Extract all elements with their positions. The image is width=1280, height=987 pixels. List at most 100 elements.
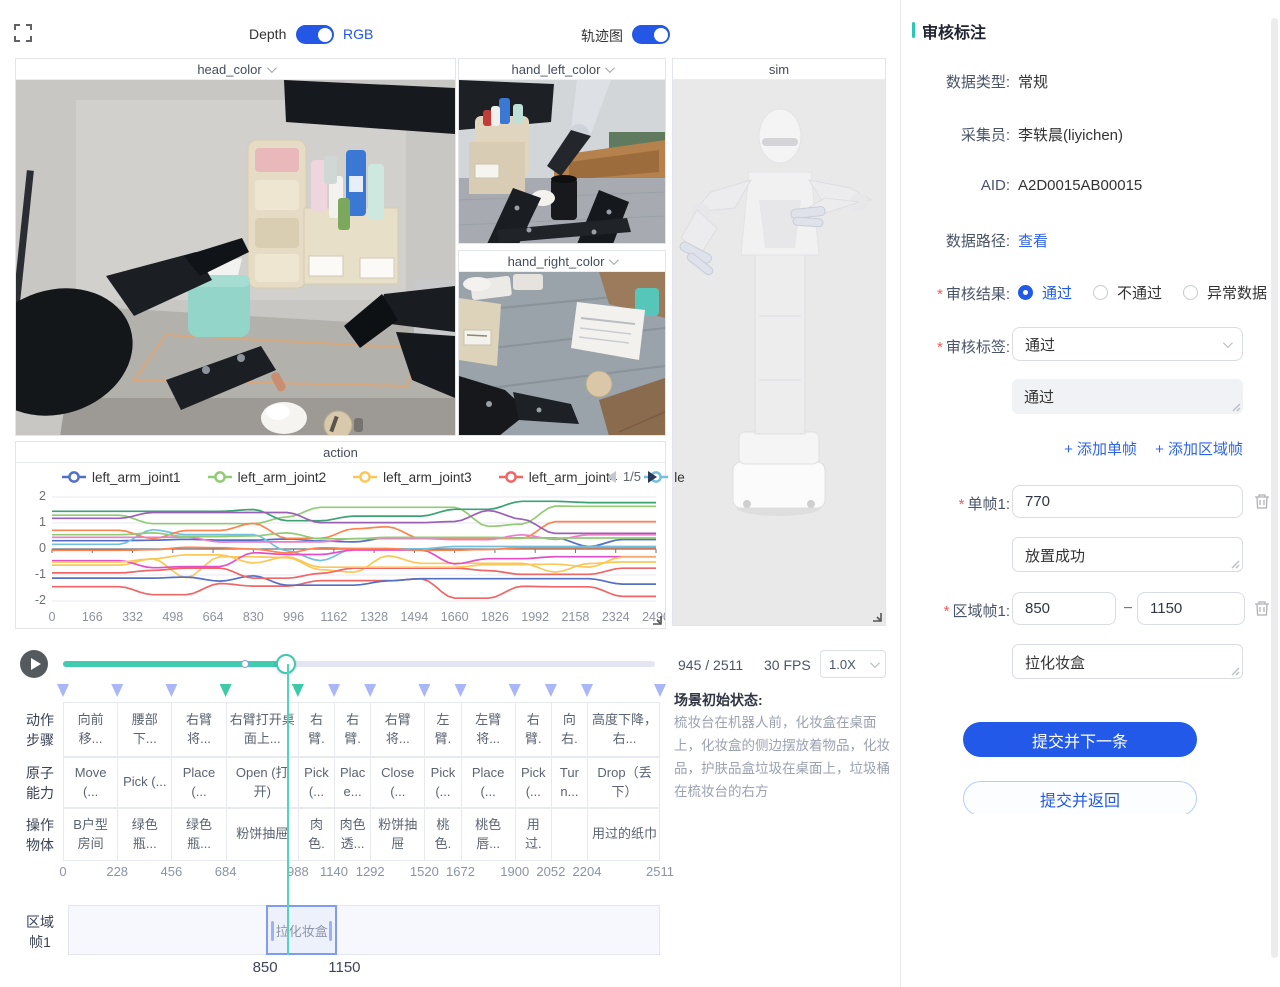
table-cell[interactable]: 左臂. xyxy=(425,703,461,756)
table-cell[interactable]: Drop（丢下） xyxy=(588,758,661,807)
table-cell[interactable]: Place (... xyxy=(172,758,226,807)
delete-region-frame-icon[interactable] xyxy=(1254,600,1270,617)
single-frame-marker-dot[interactable] xyxy=(241,660,249,668)
legend-marker-icon xyxy=(208,470,232,484)
delete-single-frame-icon[interactable] xyxy=(1254,493,1270,510)
table-cell[interactable]: 粉饼抽屉 xyxy=(371,809,425,860)
step-marker-1292[interactable] xyxy=(364,684,376,697)
radio-不通过[interactable] xyxy=(1093,285,1108,300)
add-region-frame-link[interactable]: + 添加区域帧 xyxy=(1155,438,1243,459)
step-marker-1520[interactable] xyxy=(418,684,430,697)
hand-left-camera-label: hand_left_color xyxy=(512,62,601,77)
table-cell[interactable]: Place... xyxy=(335,758,371,807)
step-marker-1672[interactable] xyxy=(455,684,467,697)
page-scrollbar[interactable] xyxy=(1271,18,1278,958)
table-cell[interactable]: Move (... xyxy=(64,758,118,807)
table-cell[interactable]: B户型房间 xyxy=(64,809,118,860)
table-cell[interactable]: 桃色. xyxy=(425,809,461,860)
region-end-input[interactable]: 1150 xyxy=(1137,592,1245,625)
hand-left-camera-selector[interactable]: hand_left_color xyxy=(459,59,665,80)
table-cell[interactable]: 肉色透... xyxy=(335,809,371,860)
legend-item-left_arm_joint4[interactable]: left_arm_joint4 xyxy=(499,470,618,485)
resize-grip-icon[interactable] xyxy=(1231,667,1240,676)
step-marker-1900[interactable] xyxy=(509,684,521,697)
resize-handle-icon[interactable] xyxy=(651,614,662,625)
radio-label-通过[interactable]: 通过 xyxy=(1042,282,1072,303)
table-cell[interactable]: 右臂. xyxy=(516,703,552,756)
region-band-segment[interactable]: 拉化妆盒 xyxy=(266,905,337,955)
timeline-slider[interactable] xyxy=(63,661,655,667)
table-cell[interactable]: 右臂将... xyxy=(371,703,425,756)
region-frame-note[interactable]: 拉化妆盒 xyxy=(1012,644,1243,679)
depth-rgb-toggle[interactable] xyxy=(296,25,334,44)
review-tag-note[interactable]: 通过 xyxy=(1012,379,1243,414)
legend-item-left_arm_joint3[interactable]: left_arm_joint3 xyxy=(353,470,472,485)
table-cell[interactable]: Turn... xyxy=(552,758,588,807)
table-cell[interactable]: 高度下降，右... xyxy=(588,703,661,756)
add-single-frame-link[interactable]: + 添加单帧 xyxy=(1064,438,1137,459)
table-cell[interactable]: Pick (... xyxy=(425,758,461,807)
legend-item-left_arm_joint2[interactable]: left_arm_joint2 xyxy=(208,470,327,485)
segment-left-handle[interactable] xyxy=(271,921,274,941)
hand-right-camera-selector[interactable]: hand_right_color xyxy=(459,251,665,272)
frame-axis-label: 1140 xyxy=(320,864,348,879)
segment-right-handle[interactable] xyxy=(329,921,332,941)
step-marker-0[interactable] xyxy=(57,684,69,697)
table-cell[interactable]: 左臂将... xyxy=(462,703,516,756)
legend-prev-icon[interactable] xyxy=(607,471,616,483)
radio-label-异常数据[interactable]: 异常数据 xyxy=(1207,282,1267,303)
table-cell[interactable]: 向前移... xyxy=(64,703,118,756)
table-cell[interactable]: 右臂. xyxy=(299,703,335,756)
table-cell[interactable]: Place (... xyxy=(462,758,516,807)
table-cell[interactable]: Pick (... xyxy=(299,758,335,807)
resize-grip-icon[interactable] xyxy=(1231,560,1240,569)
step-marker-228[interactable] xyxy=(111,684,123,697)
table-cell[interactable]: 右臂. xyxy=(335,703,371,756)
region-start-input[interactable]: 850 xyxy=(1012,592,1116,625)
submit-next-button[interactable]: 提交并下一条 xyxy=(963,722,1197,757)
table-cell[interactable]: 向右. xyxy=(552,703,588,756)
step-marker-684[interactable] xyxy=(220,684,232,697)
review-tag-select[interactable]: 通过 xyxy=(1012,327,1243,361)
radio-异常数据[interactable] xyxy=(1183,285,1198,300)
table-cell[interactable]: 绿色瓶... xyxy=(172,809,226,860)
step-marker-988[interactable] xyxy=(292,684,304,697)
step-table-row-2: B户型房间绿色瓶...绿色瓶...粉饼抽屉肉色.肉色透...粉饼抽屉桃色.桃色唇… xyxy=(63,808,660,861)
fullscreen-icon[interactable] xyxy=(14,24,32,42)
submit-return-button[interactable]: 提交并返回 xyxy=(963,781,1197,814)
table-cell[interactable]: 右臂将... xyxy=(172,703,226,756)
single-frame-note[interactable]: 放置成功 xyxy=(1012,537,1243,572)
head-camera-selector[interactable]: head_color xyxy=(16,59,455,80)
table-cell[interactable]: 绿色瓶... xyxy=(118,809,172,860)
radio-label-不通过[interactable]: 不通过 xyxy=(1117,282,1162,303)
table-cell[interactable]: 用过. xyxy=(516,809,552,860)
step-marker-1140[interactable] xyxy=(328,684,340,697)
table-cell[interactable]: 用过的纸巾 xyxy=(588,809,661,860)
step-marker-2511[interactable] xyxy=(654,684,666,697)
play-button[interactable] xyxy=(20,650,48,678)
playback-speed-select[interactable]: 1.0X xyxy=(820,650,886,678)
table-cell[interactable]: 腰部下... xyxy=(118,703,172,756)
table-cell[interactable]: 肉色. xyxy=(299,809,335,860)
table-cell[interactable]: Pick (... xyxy=(118,758,172,807)
data-path-view-link[interactable]: 查看 xyxy=(1018,230,1048,251)
table-cell[interactable]: 桃色唇... xyxy=(462,809,516,860)
radio-通过[interactable] xyxy=(1018,285,1033,300)
resize-handle-icon[interactable] xyxy=(871,611,882,622)
region-band-track[interactable]: 拉化妆盒 xyxy=(68,905,660,955)
play-icon xyxy=(31,658,41,670)
single-frame-input[interactable]: 770 xyxy=(1012,485,1243,518)
step-marker-456[interactable] xyxy=(165,684,177,697)
table-cell[interactable]: Pick (... xyxy=(516,758,552,807)
trajectory-toggle[interactable] xyxy=(632,25,670,44)
legend-next-icon[interactable] xyxy=(648,471,657,483)
legend-item-left_arm_joint1[interactable]: left_arm_joint1 xyxy=(62,470,181,485)
step-marker-2052[interactable] xyxy=(545,684,557,697)
table-cell[interactable] xyxy=(552,809,588,860)
step-marker-2204[interactable] xyxy=(581,684,593,697)
resize-grip-icon[interactable] xyxy=(1232,403,1241,412)
x-axis-tick: 1162 xyxy=(320,610,347,624)
table-cell[interactable]: Close (... xyxy=(371,758,425,807)
review-panel-title: 审核标注 xyxy=(922,19,986,43)
action-chart-plot: 0166332498664830996116213281494166018261… xyxy=(16,490,665,628)
